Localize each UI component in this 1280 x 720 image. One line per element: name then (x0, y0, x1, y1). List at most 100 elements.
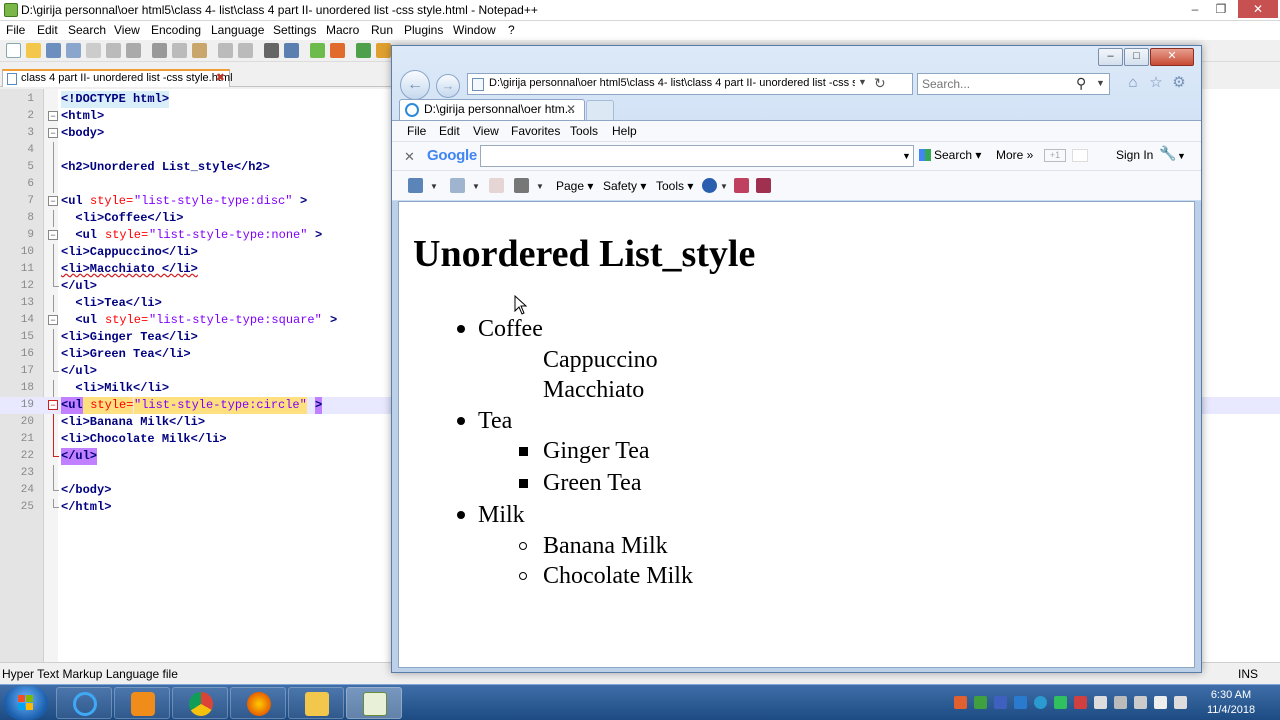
ie-search-input[interactable] (922, 77, 1072, 91)
search-icon[interactable]: ⚲ (1076, 75, 1086, 92)
plus-one-icon[interactable]: +1 (1044, 149, 1066, 162)
wrench-icon[interactable]: 🔧 (1159, 145, 1176, 162)
address-bar[interactable]: D:\girija personnal\oer html5\class 4- l… (467, 73, 913, 95)
new-file-icon[interactable] (6, 43, 21, 58)
menu-search[interactable]: Search (68, 23, 106, 37)
tools-menu[interactable]: Tools ▾ (656, 179, 693, 193)
copy-icon[interactable] (172, 43, 187, 58)
tray-app-icon[interactable] (1014, 696, 1027, 709)
close-toolbar-icon[interactable]: ✕ (404, 149, 415, 165)
tray-app-icon[interactable] (1054, 696, 1067, 709)
maximize-button[interactable]: ❐ (1208, 0, 1234, 18)
menu-edit[interactable]: Edit (37, 23, 58, 37)
google-signin-button[interactable]: Sign In (1116, 148, 1153, 162)
file-tab[interactable]: class 4 part II- unordered list -css sty… (2, 69, 233, 87)
ie-search-box[interactable]: ⚲ ▼ (917, 73, 1110, 95)
fold-minus-icon[interactable]: − (48, 400, 58, 410)
back-button[interactable]: ← (400, 70, 430, 100)
search-dropdown-icon[interactable]: ▼ (1096, 78, 1105, 88)
mail-icon[interactable] (489, 178, 504, 193)
redo-icon[interactable] (238, 43, 253, 58)
menu-help[interactable]: ? (508, 23, 515, 37)
print-icon[interactable] (126, 43, 141, 58)
zoom-in-icon[interactable] (310, 43, 325, 58)
safety-menu[interactable]: Safety ▾ (603, 179, 646, 193)
menu-macro[interactable]: Macro (326, 23, 359, 37)
fold-minus-icon[interactable]: − (48, 128, 58, 138)
research-icon[interactable] (734, 178, 749, 193)
replace-icon[interactable] (284, 43, 299, 58)
menu-encoding[interactable]: Encoding (151, 23, 201, 37)
tab-close-icon[interactable]: ✕ (566, 100, 576, 119)
favorites-star-icon[interactable]: ☆ (1148, 75, 1164, 91)
wrench-dropdown-icon[interactable]: ▼ (1177, 151, 1186, 161)
menu-view[interactable]: View (114, 23, 140, 37)
menu-settings[interactable]: Settings (273, 23, 316, 37)
menu-window[interactable]: Window (453, 23, 496, 37)
feeds-icon[interactable] (450, 178, 465, 193)
ie-menu-edit[interactable]: Edit (439, 124, 460, 138)
address-dropdown-icon[interactable]: ▼ (858, 77, 867, 87)
tray-app-icon[interactable] (1114, 696, 1127, 709)
google-dropdown-icon[interactable]: ▼ (902, 151, 911, 161)
network-icon[interactable] (1154, 696, 1167, 709)
menu-plugins[interactable]: Plugins (404, 23, 443, 37)
tray-app-icon[interactable] (1034, 696, 1047, 709)
ie-menu-favorites[interactable]: Favorites (511, 124, 560, 138)
ie-menu-tools[interactable]: Tools (570, 124, 598, 138)
forward-button[interactable]: → (436, 74, 460, 98)
paste-icon[interactable] (192, 43, 207, 58)
page-menu[interactable]: Page ▾ (556, 179, 593, 193)
taskbar-chrome-button[interactable] (172, 687, 228, 719)
save-all-icon[interactable] (66, 43, 81, 58)
ie-close-button[interactable]: ✕ (1150, 48, 1194, 66)
feeds-dropdown-icon[interactable]: ▼ (472, 182, 480, 191)
google-search-button[interactable]: Search ▾ (919, 148, 981, 162)
menu-run[interactable]: Run (371, 23, 393, 37)
close-file-icon[interactable] (86, 43, 101, 58)
tray-app-icon[interactable] (1134, 696, 1147, 709)
close-button[interactable]: ✕ (1238, 0, 1278, 18)
tray-app-icon[interactable] (974, 696, 987, 709)
start-button[interactable] (4, 686, 48, 720)
ie-menu-file[interactable]: File (407, 124, 426, 138)
save-icon[interactable] (46, 43, 61, 58)
undo-icon[interactable] (218, 43, 233, 58)
fold-minus-icon[interactable]: − (48, 111, 58, 121)
onenote-icon[interactable] (756, 178, 771, 193)
new-tab-button[interactable] (586, 100, 614, 120)
fold-minus-icon[interactable]: − (48, 315, 58, 325)
menu-file[interactable]: File (6, 23, 25, 37)
taskbar-notepadpp-button[interactable] (346, 687, 402, 719)
ie-minimize-button[interactable]: – (1098, 48, 1123, 66)
gear-icon[interactable]: ⚙ (1171, 75, 1187, 91)
fold-minus-icon[interactable]: − (48, 230, 58, 240)
find-icon[interactable] (264, 43, 279, 58)
print-dropdown-icon[interactable]: ▼ (536, 182, 544, 191)
tab-close-icon[interactable]: ✖ (216, 71, 225, 85)
sync-scroll-icon[interactable] (356, 43, 371, 58)
taskbar-explorer-button[interactable] (288, 687, 344, 719)
fold-minus-icon[interactable]: − (48, 196, 58, 206)
google-more-button[interactable]: More » (996, 148, 1033, 162)
ie-menu-view[interactable]: View (473, 124, 499, 138)
volume-icon[interactable] (1174, 696, 1187, 709)
wrap-icon[interactable] (376, 43, 391, 58)
home-icon[interactable] (408, 178, 423, 193)
help-icon[interactable] (702, 178, 717, 193)
tray-app-icon[interactable] (954, 696, 967, 709)
tray-app-icon[interactable] (994, 696, 1007, 709)
refresh-icon[interactable]: ↻ (874, 75, 886, 92)
ie-maximize-button[interactable]: □ (1124, 48, 1149, 66)
menu-language[interactable]: Language (211, 23, 264, 37)
tray-app-icon[interactable] (1074, 696, 1087, 709)
help-dropdown-icon[interactable]: ▼ (720, 182, 728, 191)
action-center-icon[interactable] (1094, 696, 1107, 709)
taskbar-ie-button[interactable] (56, 687, 112, 719)
close-all-icon[interactable] (106, 43, 121, 58)
print-icon[interactable] (514, 178, 529, 193)
zoom-out-icon[interactable] (330, 43, 345, 58)
ie-menu-help[interactable]: Help (612, 124, 637, 138)
cut-icon[interactable] (152, 43, 167, 58)
home-icon[interactable]: ⌂ (1125, 75, 1141, 91)
